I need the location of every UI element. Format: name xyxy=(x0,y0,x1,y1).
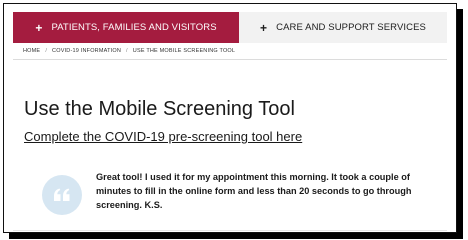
divider xyxy=(13,230,447,231)
tab-label: PATIENTS, FAMILIES AND VISITORS xyxy=(51,22,217,33)
breadcrumb-home-link[interactable]: HOME xyxy=(23,48,40,54)
breadcrumb-covid-info-link[interactable]: COVID-19 INFORMATION xyxy=(52,48,121,54)
breadcrumb-separator: / xyxy=(126,48,128,54)
testimonial-text: Great tool! I used it for my appointment… xyxy=(96,172,412,210)
quote-icon xyxy=(54,188,70,201)
tab-care-support-services[interactable]: + CARE AND SUPPORT SERVICES xyxy=(239,12,447,43)
breadcrumb-separator: / xyxy=(45,48,48,54)
breadcrumb-current: USE THE MOBILE SCREENING TOOL xyxy=(132,48,236,54)
screenshot-frame: + PATIENTS, FAMILIES AND VISITORS + CARE… xyxy=(3,3,457,233)
plus-icon: + xyxy=(260,20,268,35)
breadcrumb: HOME / COVID-19 INFORMATION / USE THE MO… xyxy=(13,43,447,60)
plus-icon: + xyxy=(35,20,43,35)
tab-patients-families-visitors[interactable]: + PATIENTS, FAMILIES AND VISITORS xyxy=(13,12,239,43)
quote-badge xyxy=(42,175,82,215)
top-nav-tabs: + PATIENTS, FAMILIES AND VISITORS + CARE… xyxy=(13,12,447,43)
page-title: Use the Mobile Screening Tool xyxy=(24,98,295,120)
prescreening-tool-link[interactable]: Complete the COVID-19 pre-screening tool… xyxy=(24,129,302,144)
tab-label: CARE AND SUPPORT SERVICES xyxy=(276,22,426,33)
